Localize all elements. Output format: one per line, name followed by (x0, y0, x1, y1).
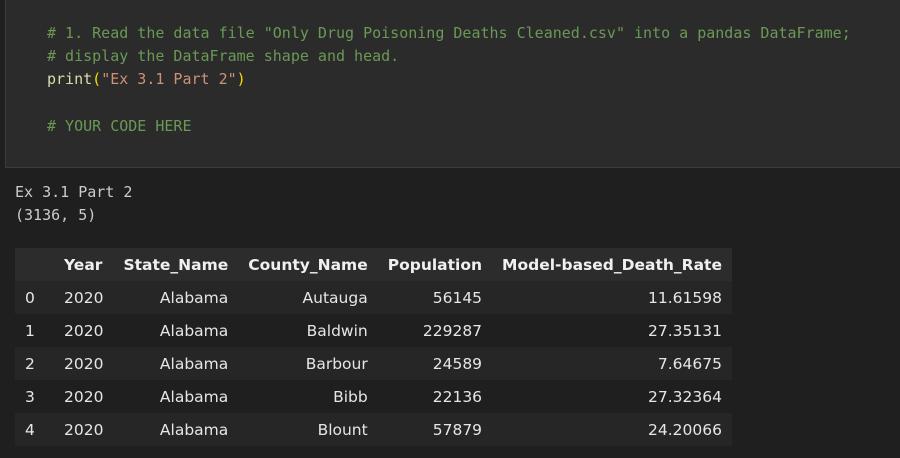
column-header-year: Year (64, 255, 103, 274)
cell-population: 229287 (422, 321, 483, 340)
table-header-row: Year State_Name County_Name Population M… (15, 248, 732, 281)
code-token: ( (92, 70, 102, 88)
cell-county-name: Barbour (305, 354, 368, 373)
cell-state-name: Alabama (159, 420, 229, 439)
cell-state-name: Alabama (159, 321, 229, 340)
code-cell-editor[interactable]: # 1. Read the data file "Only Drug Poiso… (5, 0, 900, 168)
code-token: # 1. Read the data file "Only Drug Poiso… (47, 24, 851, 42)
code-line-2[interactable]: # display the DataFrame shape and head. (47, 45, 399, 67)
cell-population: 57879 (432, 420, 483, 439)
cell-population: 56145 (432, 288, 483, 307)
stdout-line-2: (3136, 5) (15, 206, 97, 224)
table-row: 1 2020 Alabama Baldwin 229287 27.35131 (15, 314, 732, 347)
code-token: "Ex 3.1 Part 2" (101, 70, 237, 88)
row-index: 4 (25, 420, 35, 439)
cell-year: 2020 (64, 354, 104, 373)
column-header-state-name: State_Name (123, 255, 229, 274)
table-row: 4 2020 Alabama Blount 57879 24.20066 (15, 413, 732, 446)
cell-year: 2020 (64, 387, 104, 406)
cell-death-rate: 27.32364 (648, 387, 722, 406)
cell-county-name: Bibb (333, 387, 368, 406)
cell-county-name: Autauga (302, 288, 368, 307)
row-index: 3 (25, 387, 35, 406)
cell-state-name: Alabama (159, 288, 229, 307)
dataframe-table: Year State_Name County_Name Population M… (15, 248, 732, 446)
code-token: print (47, 70, 93, 88)
row-index: 2 (25, 354, 35, 373)
cell-year: 2020 (64, 288, 104, 307)
code-token: # YOUR CODE HERE (47, 117, 192, 135)
table-row: 0 2020 Alabama Autauga 56145 11.61598 (15, 281, 732, 314)
cell-population: 22136 (432, 387, 483, 406)
cell-death-rate: 7.64675 (657, 354, 722, 373)
notebook-view: # 1. Read the data file "Only Drug Poiso… (0, 0, 900, 458)
row-index: 1 (25, 321, 35, 340)
table-row: 2 2020 Alabama Barbour 24589 7.64675 (15, 347, 732, 380)
code-token: ) (236, 70, 246, 88)
cell-state-name: Alabama (159, 354, 229, 373)
cell-death-rate: 27.35131 (648, 321, 722, 340)
cell-county-name: Blount (317, 420, 368, 439)
column-header-county-name: County_Name (248, 255, 368, 274)
code-line-5[interactable]: # YOUR CODE HERE (47, 115, 192, 137)
column-header-death-rate: Model-based_Death_Rate (502, 255, 722, 274)
table-row: 3 2020 Alabama Bibb 22136 27.32364 (15, 380, 732, 413)
stdout-line-1: Ex 3.1 Part 2 (15, 183, 133, 201)
cell-year: 2020 (64, 420, 104, 439)
cell-state-name: Alabama (159, 387, 229, 406)
column-header-population: Population (387, 255, 483, 274)
cell-population: 24589 (432, 354, 483, 373)
cell-year: 2020 (64, 321, 104, 340)
cell-death-rate: 11.61598 (648, 288, 722, 307)
code-line-1[interactable]: # 1. Read the data file "Only Drug Poiso… (47, 22, 851, 44)
cell-county-name: Baldwin (306, 321, 368, 340)
column-header-index (15, 248, 54, 281)
row-index: 0 (25, 288, 35, 307)
code-line-3[interactable]: print("Ex 3.1 Part 2") (47, 68, 246, 90)
cell-death-rate: 24.20066 (648, 420, 722, 439)
code-token: # display the DataFrame shape and head. (47, 47, 400, 65)
